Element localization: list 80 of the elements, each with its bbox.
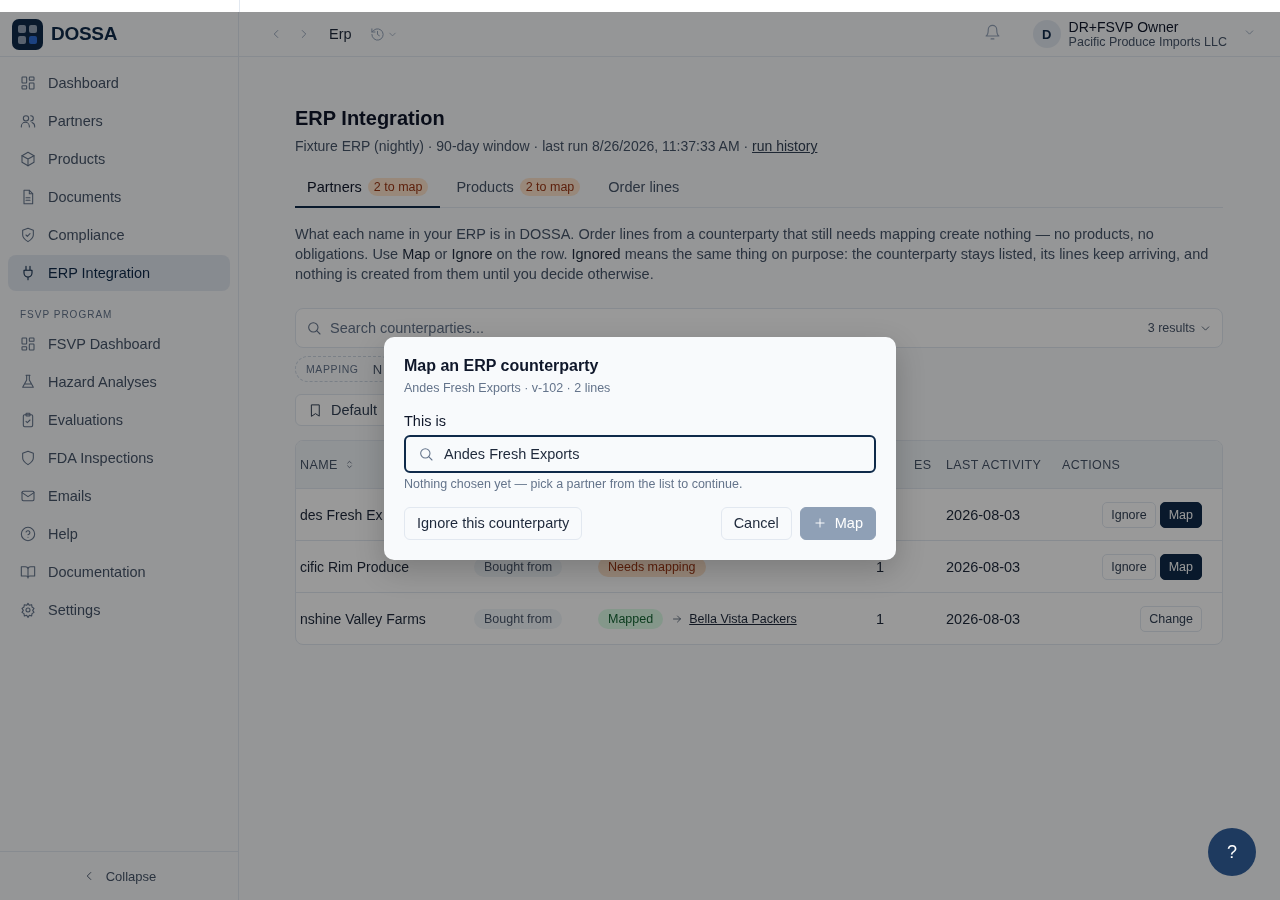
sidebar-item[interactable]: Hazard Analyses: [8, 364, 230, 400]
shield-icon: [20, 450, 36, 466]
row-action-button[interactable]: Map: [1159, 501, 1202, 528]
row-action-button[interactable]: Change: [1140, 605, 1202, 632]
row-action-button[interactable]: Ignore: [1102, 553, 1156, 580]
plus-icon: [812, 516, 827, 530]
sidebar-item[interactable]: Partners: [8, 103, 230, 139]
settings-icon: [20, 602, 36, 618]
logo-icon: [12, 18, 43, 50]
description-text: What each name in your ERP is in DOSSA. Order lines from a counterparty that still needs mapping create nothing — no products, no obligations. Use Map or Ignore on the row. Ignored means the same thing on purpose: the counterparty stays listed, its lines keep arriving, and nothing is created from them until you decide otherwise.: [295, 225, 1210, 284]
column-header: ES: [914, 457, 932, 472]
section-heading: FSVP PROGRAM: [19, 308, 114, 322]
clipboard-check-icon: [20, 412, 36, 428]
plug-icon: [20, 265, 36, 281]
column-header: ACTIONS: [1061, 457, 1122, 472]
sidebar-item[interactable]: Evaluations: [8, 402, 230, 438]
run-history-link[interactable]: run history: [752, 138, 818, 154]
column-header[interactable]: NAME: [296, 457, 355, 472]
tab[interactable]: Products 2 to map: [444, 170, 593, 208]
help-icon: [20, 526, 36, 542]
partner-link[interactable]: Bella Vista Packers: [689, 611, 797, 626]
sidebar-item[interactable]: Dashboard: [8, 65, 230, 101]
sidebar-item[interactable]: ERP Integration: [8, 255, 230, 291]
sidebar-item[interactable]: Emails: [8, 478, 230, 514]
dialog-subtitle: Andes Fresh Exports · v-102 · 2 lines: [404, 380, 612, 395]
table-cell-text: 1: [876, 558, 886, 575]
bookmark-icon: [308, 402, 323, 418]
page-title: ERP Integration: [295, 107, 446, 130]
breadcrumb[interactable]: Erp: [329, 26, 352, 42]
search-icon: [418, 445, 434, 462]
count-badge: 2 to map: [519, 178, 581, 196]
avatar[interactable]: D: [1032, 20, 1061, 48]
sidebar-item[interactable]: Documentation: [8, 554, 230, 590]
status-badge: Mapped: [598, 608, 664, 629]
table-cell-text: 2026-08-03: [945, 610, 1022, 627]
flask-icon: [20, 374, 36, 390]
cancel-button[interactable]: Cancel: [720, 506, 792, 540]
sidebar-item[interactable]: Documents: [8, 179, 230, 215]
history-icon: [369, 26, 385, 42]
search-icon: [306, 320, 322, 336]
table-cell-text: 2026-08-03: [945, 506, 1022, 523]
book-icon: [20, 564, 36, 580]
ignore-counterparty-button[interactable]: Ignore this counterparty: [404, 506, 583, 540]
organization-name: Pacific Produce Imports LLC: [1068, 34, 1227, 49]
table-cell-text: cific Rim Produce: [299, 558, 409, 575]
collapse-button[interactable]: Collapse: [0, 851, 238, 900]
shield-check-icon: [20, 227, 36, 243]
arrow-right-icon: [671, 612, 684, 625]
tab[interactable]: Partners 2 to map: [295, 170, 441, 208]
sidebar-item[interactable]: FDA Inspections: [8, 440, 230, 476]
sidebar-item[interactable]: FSVP Dashboard: [8, 326, 230, 362]
history-dropdown[interactable]: [369, 26, 398, 42]
dashboard-icon: [20, 75, 36, 91]
field-label: This is: [404, 412, 447, 429]
sidebar-item[interactable]: Settings: [8, 592, 230, 628]
row-action-button[interactable]: Ignore: [1102, 501, 1156, 528]
document-icon: [20, 189, 36, 205]
field-hint: Nothing chosen yet — pick a partner from the list to continue.: [404, 476, 744, 491]
table-cell-text: des Fresh Ex: [299, 506, 383, 523]
count-badge: 2 to map: [367, 178, 429, 196]
sidebar-item[interactable]: Help: [8, 516, 230, 552]
sidebar-item[interactable]: Products: [8, 141, 230, 177]
table-cell-text: nshine Valley Farms: [299, 610, 426, 627]
bell-icon: [983, 23, 1001, 41]
sidebar-item[interactable]: Compliance: [8, 217, 230, 253]
user-name: DR+FSVP Owner: [1068, 19, 1180, 35]
tab[interactable]: Order lines: [596, 170, 692, 208]
table-cell-text: 1: [876, 610, 886, 627]
logo-text: DOSSA: [51, 23, 118, 45]
partner-search-field[interactable]: Andes Fresh Exports: [404, 434, 876, 473]
type-badge: Bought from: [474, 608, 563, 629]
users-icon: [20, 113, 36, 129]
mail-icon: [20, 488, 36, 504]
row-action-button[interactable]: Map: [1159, 553, 1202, 580]
box-icon: [20, 151, 36, 167]
table-cell-text: 2026-08-03: [945, 558, 1022, 575]
page-subtitle: Fixture ERP (nightly) · 90-day window · last run 8/26/2026, 11:37:33 AM · run history: [295, 138, 819, 154]
dashboard-icon: [20, 336, 36, 352]
column-header: LAST ACTIVITY: [945, 457, 1043, 472]
dialog-title: Map an ERP counterparty: [404, 356, 600, 375]
